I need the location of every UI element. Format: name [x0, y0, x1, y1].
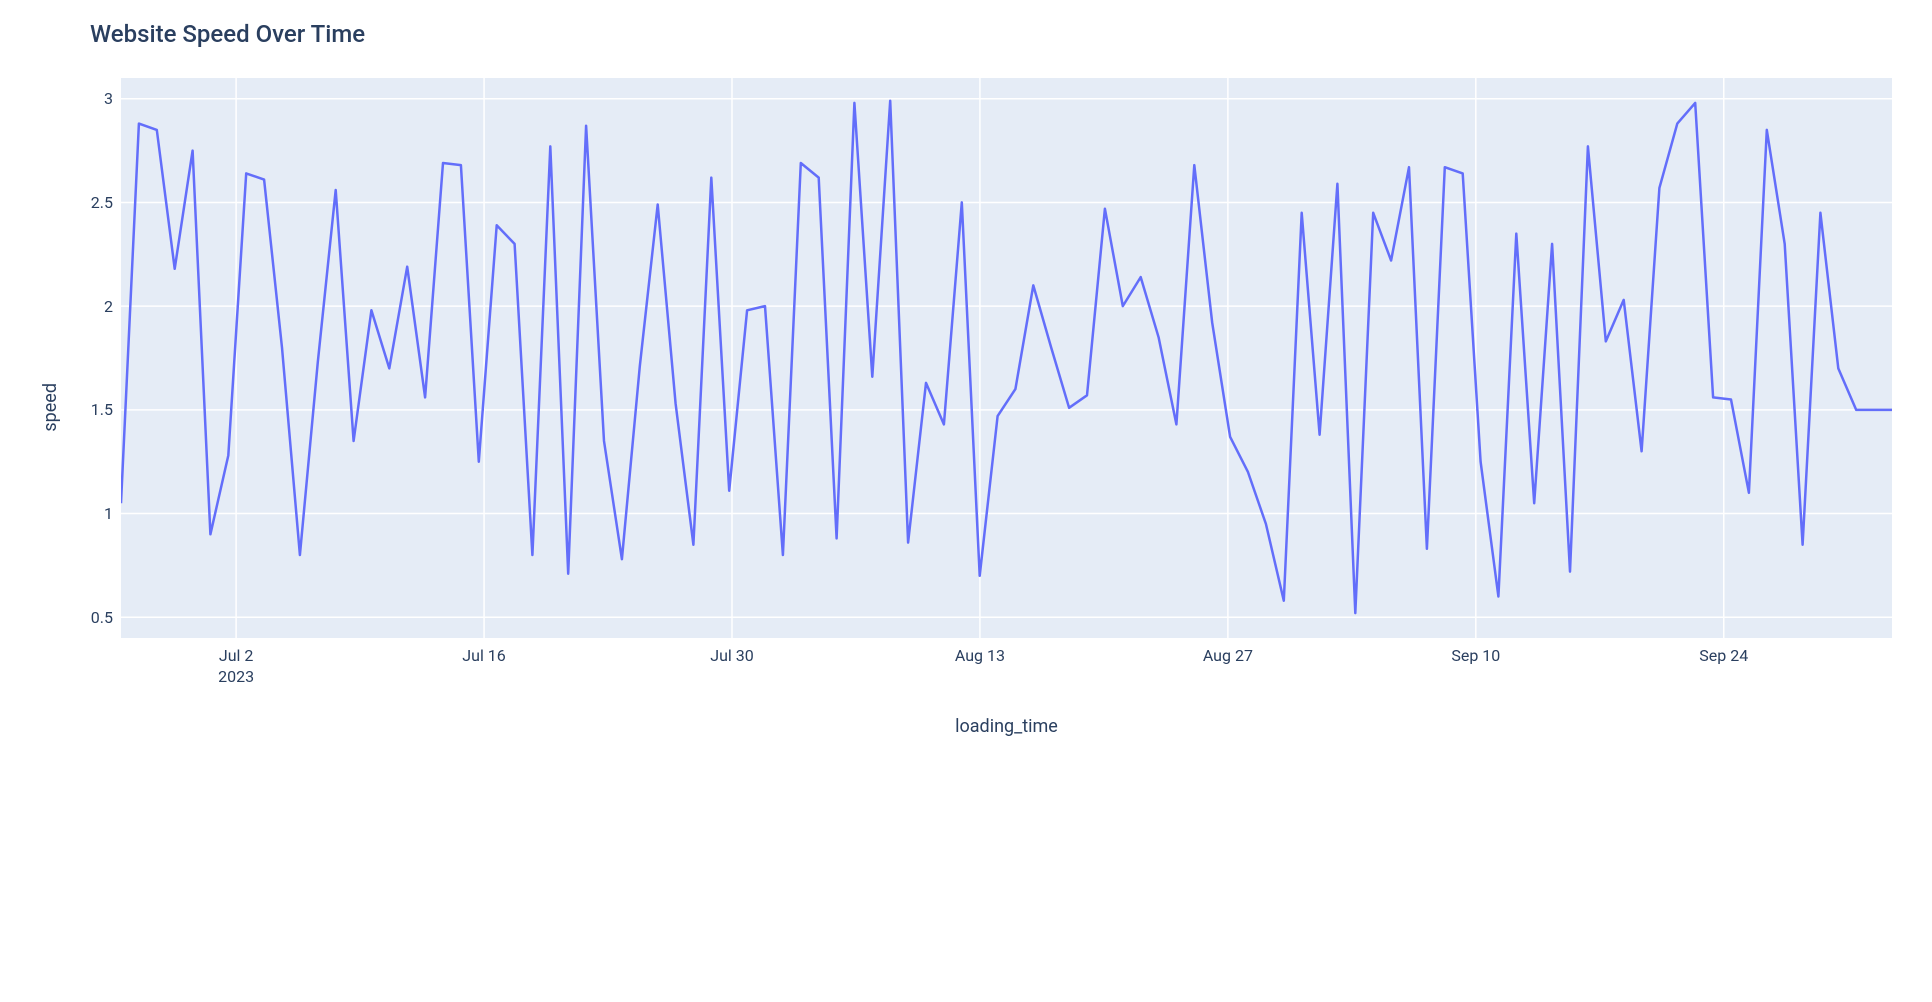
x-tick: Aug 13	[955, 646, 1005, 665]
chart-title: Website Speed Over Time	[90, 20, 1892, 48]
plot-row: 32.521.510.5	[71, 78, 1892, 638]
x-tick: Jul 22023	[218, 646, 254, 686]
chart-svg	[121, 78, 1892, 638]
x-tick: Sep 10	[1451, 646, 1500, 665]
plot-with-axes: 32.521.510.5 Jul 22023 Jul 16 Jul 30 Aug 13…	[71, 78, 1892, 737]
x-tick: Jul 30	[710, 646, 754, 665]
x-axis-ticks: Jul 22023 Jul 16 Jul 30 Aug 13 Aug 27 Sep 10 S…	[121, 646, 1892, 696]
data-line	[121, 101, 1892, 613]
x-tick: Jul 16	[462, 646, 506, 665]
chart-container: Website Speed Over Time speed 32.521.510…	[40, 20, 1892, 737]
x-axis-label: loading_time	[121, 716, 1892, 737]
y-axis-ticks: 32.521.510.5	[71, 78, 121, 638]
x-tick: Sep 24	[1699, 646, 1748, 665]
x-tick: Aug 27	[1203, 646, 1253, 665]
plot-wrapper: speed 32.521.510.5 Jul 22023 Jul 16 Jul 30…	[40, 78, 1892, 737]
plot-area[interactable]	[121, 78, 1892, 638]
y-axis-label: speed	[40, 383, 61, 432]
